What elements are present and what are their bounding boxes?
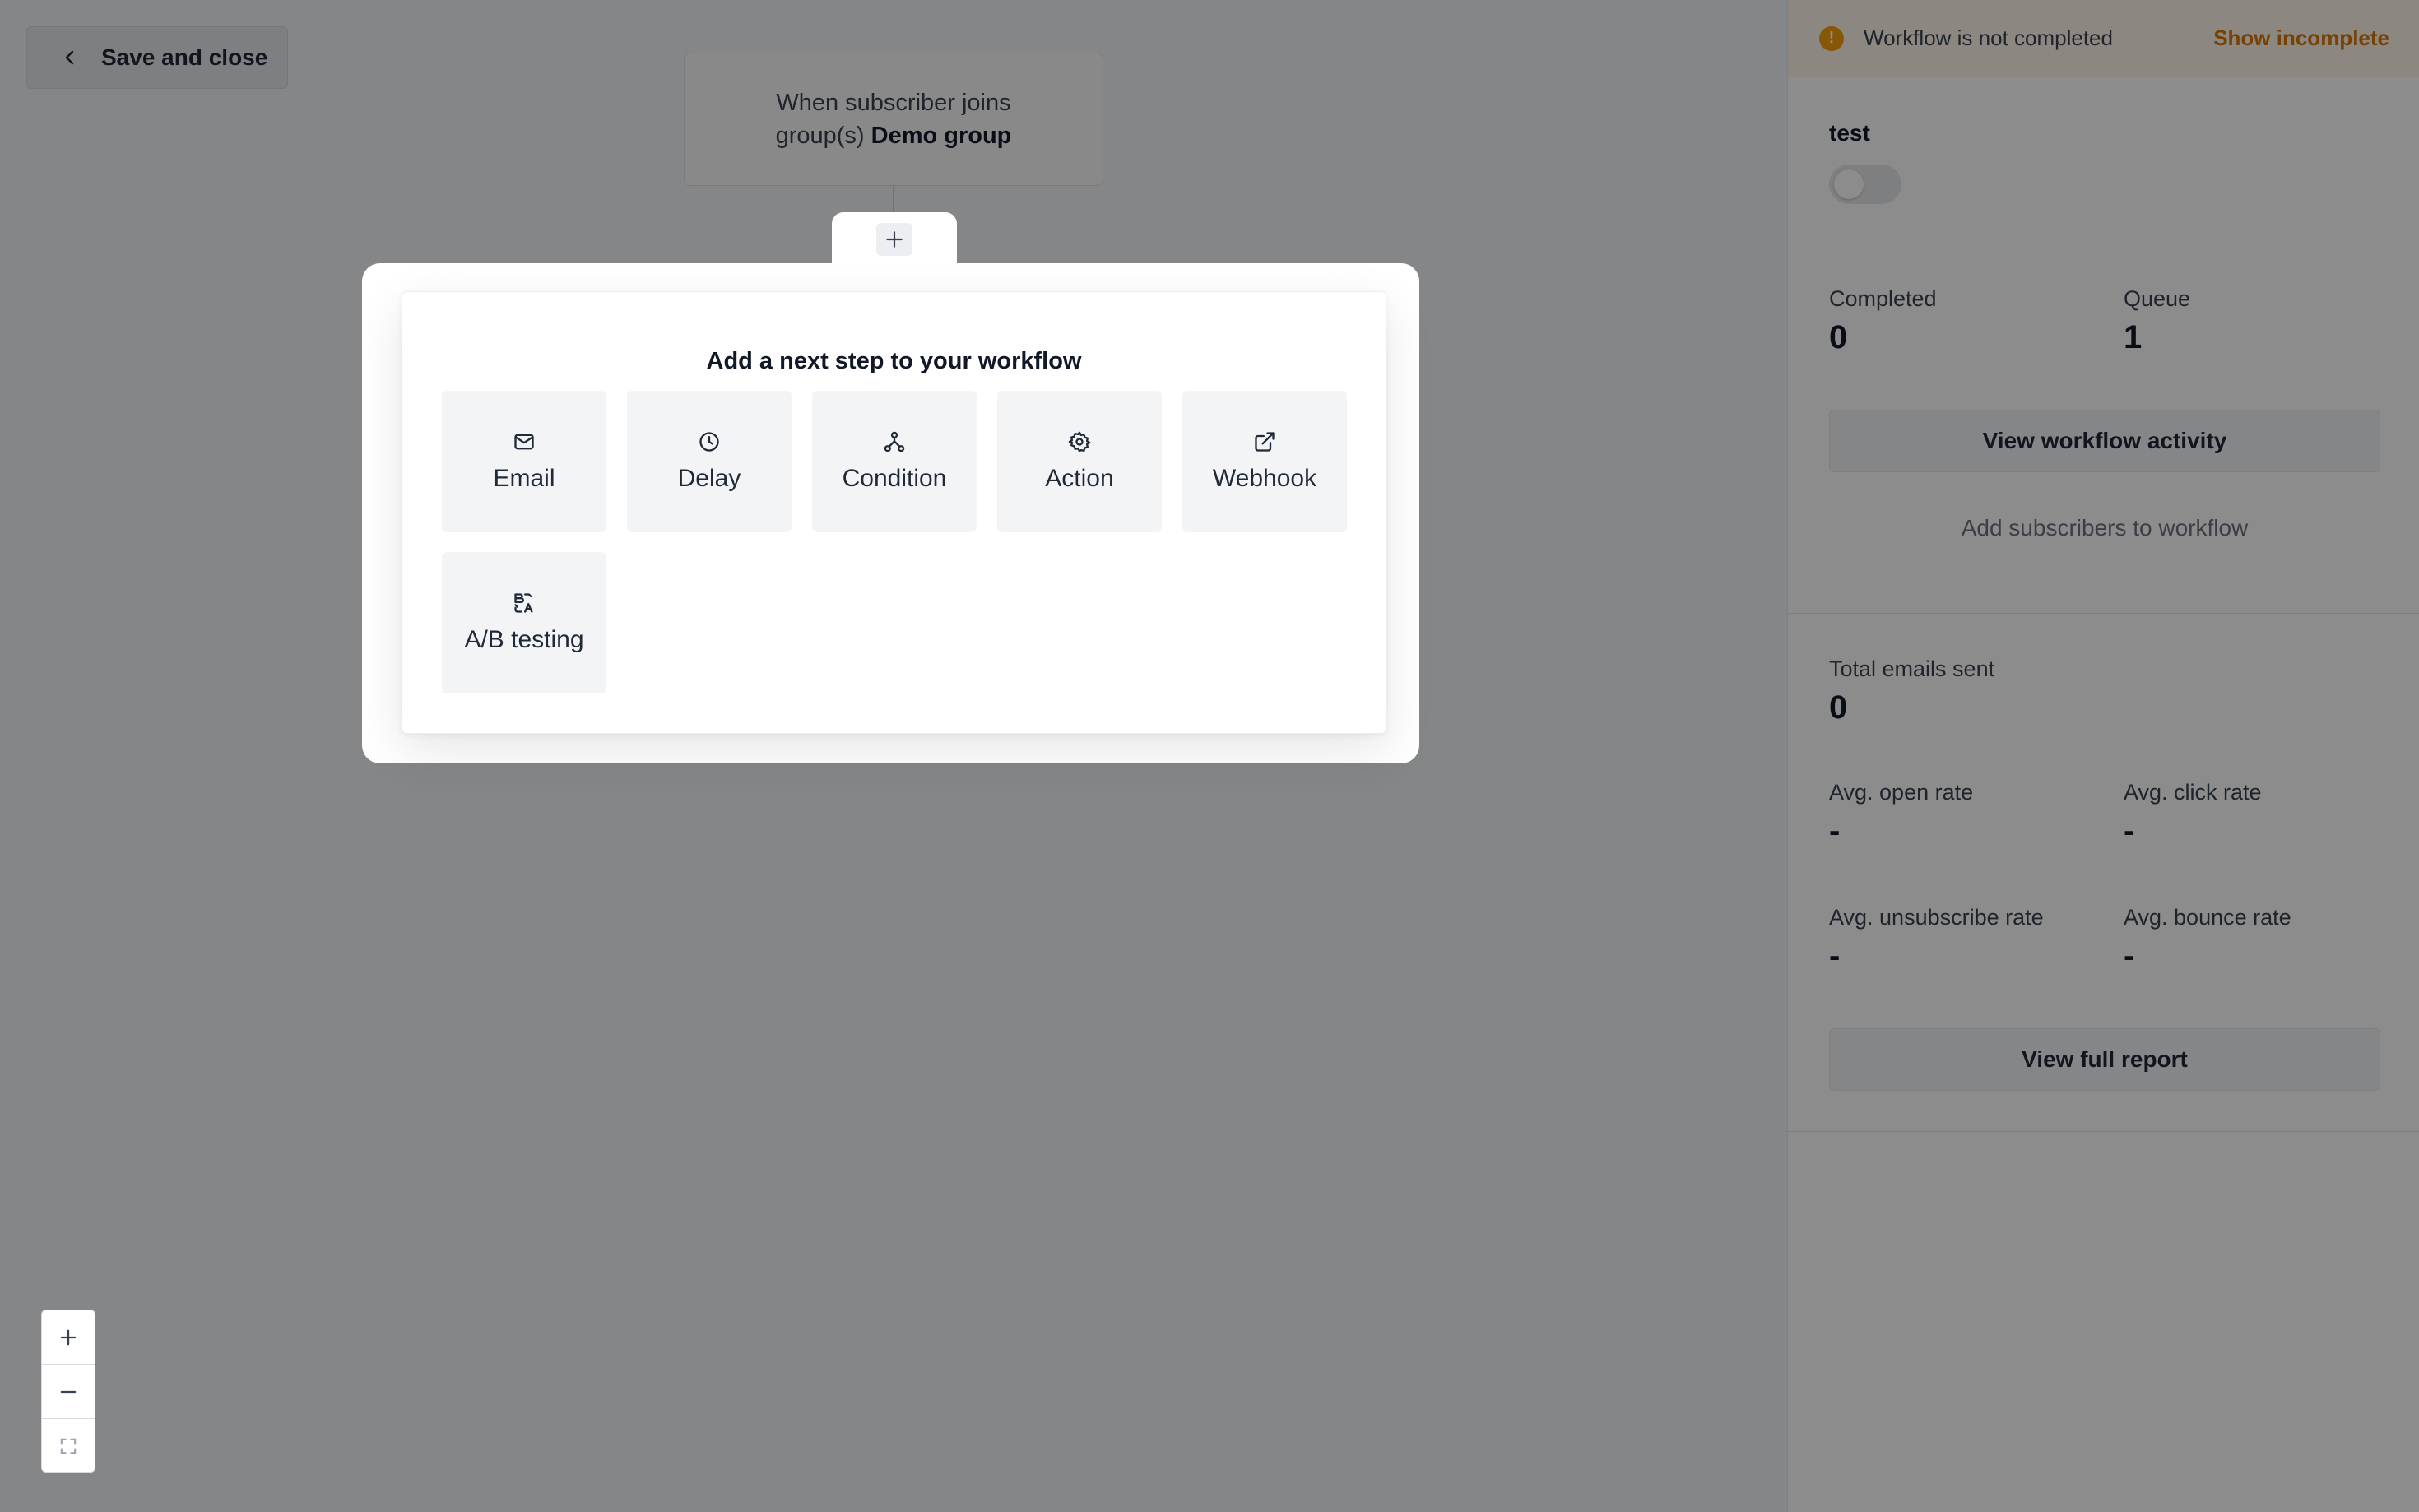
warning-icon: ! xyxy=(1819,26,1844,51)
ab-test-icon xyxy=(514,593,533,613)
gear-icon xyxy=(1068,431,1091,452)
connector-line xyxy=(893,186,894,212)
completed-label: Completed xyxy=(1829,286,1937,311)
chevron-left-icon xyxy=(65,50,74,65)
open-rate-label: Avg. open rate xyxy=(1829,780,1974,805)
zoom-controls xyxy=(41,1310,95,1473)
trigger-line-2: group(s) Demo group xyxy=(776,119,1012,152)
add-subscribers-link[interactable]: Add subscribers to workflow xyxy=(1829,515,2380,541)
modal-title: Add a next step to your workflow xyxy=(706,348,1082,374)
step-action[interactable]: Action xyxy=(997,391,1162,532)
plus-icon xyxy=(886,231,903,248)
zoom-out-button[interactable] xyxy=(42,1365,95,1419)
completed-value: 0 xyxy=(1829,319,1848,355)
add-step-button[interactable] xyxy=(876,223,912,256)
step-label: Condition xyxy=(842,465,947,492)
step-delay[interactable]: Delay xyxy=(627,391,792,532)
click-rate-label: Avg. click rate xyxy=(2124,780,2262,805)
banner-text: Workflow is not completed xyxy=(1864,26,2113,50)
clock-icon xyxy=(699,432,719,452)
save-and-close-button[interactable]: Save and close xyxy=(26,26,288,89)
add-step-panel: Add a next step to your workflow Email D… xyxy=(402,291,1386,734)
workflow-enable-toggle[interactable] xyxy=(1829,165,1901,204)
queue-label: Queue xyxy=(2124,286,2191,311)
queue-value: 1 xyxy=(2124,319,2143,355)
step-label: Webhook xyxy=(1212,465,1317,492)
workflow-activity-section: Completed 0 Queue 1 View workflow activi… xyxy=(1788,243,2419,614)
plus-icon xyxy=(60,1329,77,1345)
click-rate-value: - xyxy=(2124,813,2135,849)
external-link-icon xyxy=(1255,432,1275,452)
unsubscribe-rate-value: - xyxy=(1829,938,1841,974)
open-rate-value: - xyxy=(1829,813,1841,849)
step-ab-testing[interactable]: A/B testing xyxy=(442,552,606,693)
fit-screen-button[interactable] xyxy=(42,1419,95,1472)
unsubscribe-rate-label: Avg. unsubscribe rate xyxy=(1829,905,2044,930)
step-label: A/B testing xyxy=(464,626,584,653)
total-sent-label: Total emails sent xyxy=(1829,656,1995,681)
step-condition[interactable]: Condition xyxy=(812,391,977,532)
bounce-rate-value: - xyxy=(2124,938,2135,974)
add-step-popover: Add a next step to your workflow Email D… xyxy=(362,263,1419,763)
mail-icon xyxy=(514,434,534,450)
step-email[interactable]: Email xyxy=(442,391,606,532)
trigger-line-1: When subscriber joins xyxy=(776,90,1011,116)
trigger-group-name: Demo group xyxy=(871,123,1012,149)
step-label: Email xyxy=(493,465,555,492)
toggle-knob xyxy=(1834,169,1864,199)
incomplete-banner: ! Workflow is not completed Show incompl… xyxy=(1788,0,2419,77)
show-incomplete-link[interactable]: Show incomplete xyxy=(2213,26,2389,51)
step-webhook[interactable]: Webhook xyxy=(1182,391,1347,532)
add-step-tab xyxy=(832,212,957,267)
fit-screen-icon xyxy=(60,1438,77,1454)
workflow-sidebar: ! Workflow is not completed Show incompl… xyxy=(1787,0,2419,1512)
trigger-card[interactable]: When subscriber joins group(s) Demo grou… xyxy=(684,53,1103,186)
branch-icon xyxy=(884,431,905,452)
trigger-prefix: group(s) xyxy=(775,123,871,149)
minus-icon xyxy=(60,1390,77,1393)
step-label: Action xyxy=(1045,465,1114,492)
bounce-rate-label: Avg. bounce rate xyxy=(2124,905,2291,930)
email-stats-section: Total emails sent 0 Avg. open rate - Avg… xyxy=(1788,614,2419,1132)
view-full-report-button[interactable]: View full report xyxy=(1829,1028,2380,1091)
workflow-name: test xyxy=(1829,120,1870,146)
zoom-in-button[interactable] xyxy=(42,1310,95,1365)
view-workflow-activity-button[interactable]: View workflow activity xyxy=(1829,410,2380,472)
step-label: Delay xyxy=(677,465,741,492)
workflow-name-section: test xyxy=(1788,77,2419,243)
total-sent-value: 0 xyxy=(1829,689,1848,726)
save-and-close-label: Save and close xyxy=(101,44,268,70)
